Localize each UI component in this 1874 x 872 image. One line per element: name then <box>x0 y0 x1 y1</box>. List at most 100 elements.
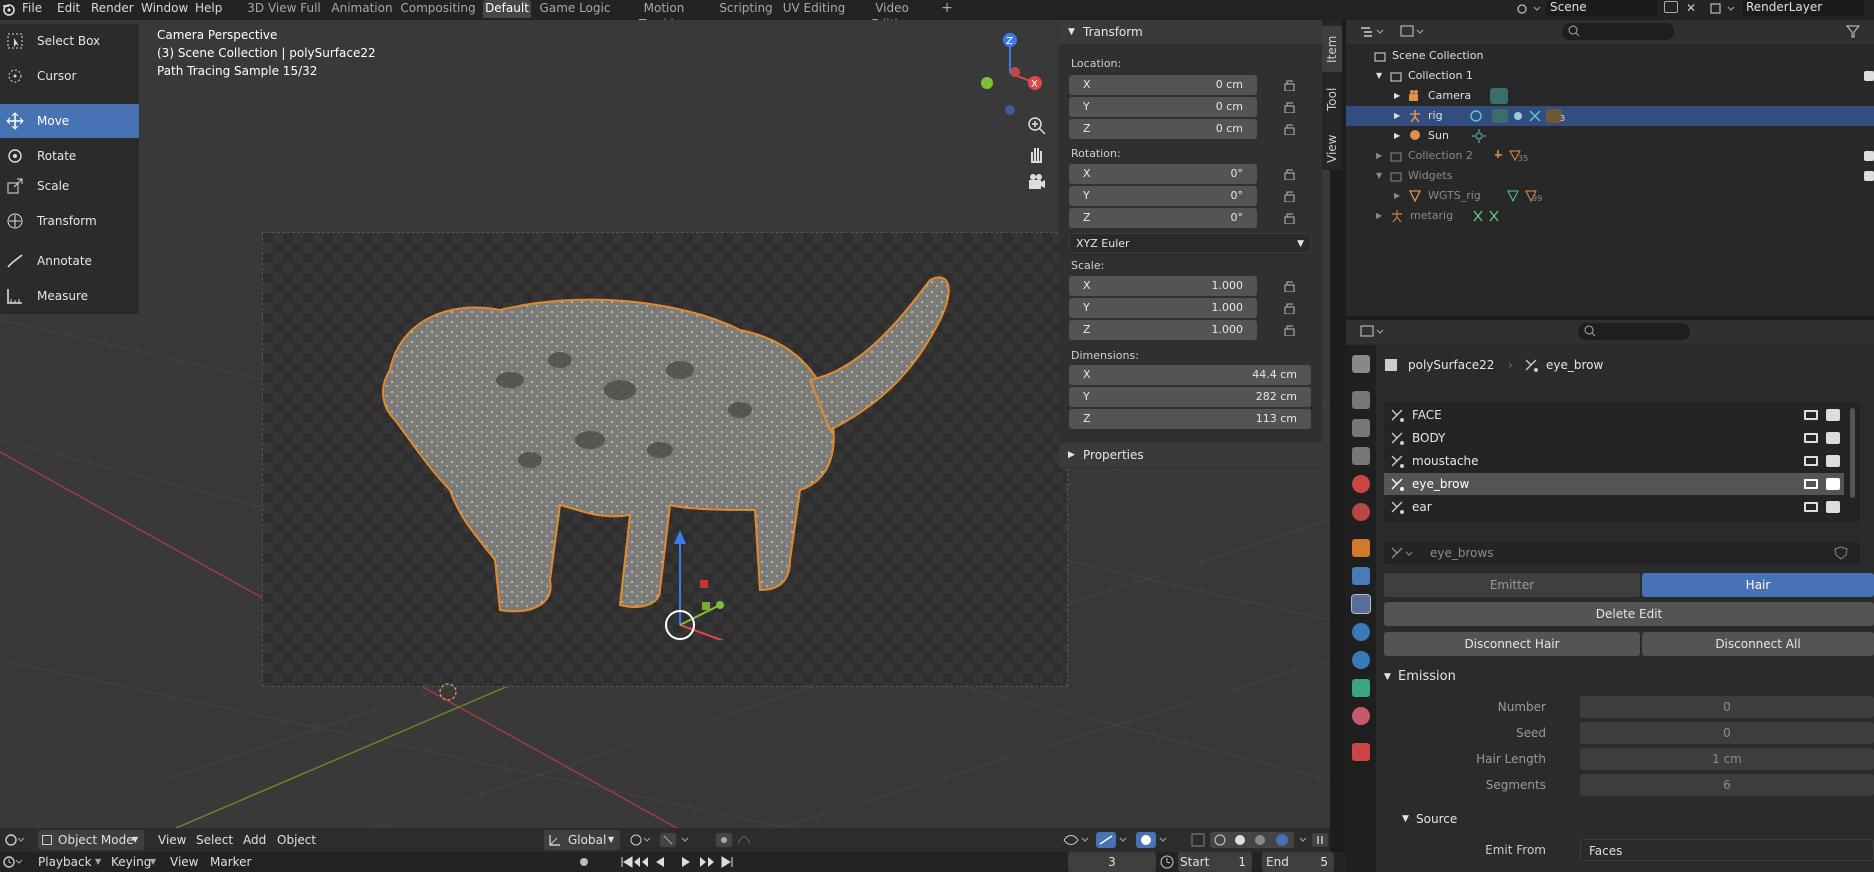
editor-type-icon[interactable] <box>1360 324 1386 340</box>
sun-data-icon[interactable] <box>1472 129 1486 143</box>
scale-y-field[interactable]: Y 1.000 <box>1069 298 1257 318</box>
lock-icon[interactable] <box>1284 280 1296 292</box>
menu-add[interactable]: Add <box>243 830 266 850</box>
tool-rotate[interactable]: Rotate <box>0 139 139 173</box>
monitor-icon[interactable] <box>1804 410 1818 420</box>
lock-icon[interactable] <box>1284 190 1296 202</box>
expand-arrow-icon[interactable]: ▶ <box>1394 126 1400 146</box>
location-z-field[interactable]: Z0 cm <box>1069 119 1257 139</box>
list-item[interactable]: moustache <box>1384 450 1844 472</box>
rig-modifier-icons[interactable] <box>1468 108 1568 124</box>
checkbox-icon[interactable] <box>1864 171 1874 181</box>
new-scene-icon[interactable] <box>1664 1 1678 13</box>
menu-view-timeline[interactable]: View <box>170 852 198 872</box>
menu-render[interactable]: Render <box>91 0 134 20</box>
tool-transform[interactable]: Transform <box>0 204 139 238</box>
monitor-icon[interactable] <box>1804 502 1818 512</box>
lock-icon[interactable] <box>1284 212 1296 224</box>
tool-measure[interactable]: Measure <box>0 279 139 313</box>
tab-tool[interactable]: Tool <box>1322 76 1342 122</box>
properties-panel-header[interactable]: ▶ Properties <box>1059 443 1322 467</box>
emit-from-dropdown[interactable]: Faces <box>1580 839 1874 861</box>
tab-3d-view-full[interactable]: 3D View Full <box>245 0 323 18</box>
display-mode-icon[interactable] <box>1360 24 1386 40</box>
checkbox-icon[interactable] <box>1864 71 1874 81</box>
menu-marker[interactable]: Marker <box>210 852 251 872</box>
add-workspace-button[interactable]: + <box>938 0 956 18</box>
dimensions-x-field[interactable]: X 44.4 cm <box>1069 365 1311 385</box>
rotation-y-field[interactable]: Y 0° <box>1069 186 1257 206</box>
orientation-dropdown[interactable]: Global ▼ <box>544 830 620 850</box>
delete-edit-button[interactable]: Delete Edit <box>1384 602 1874 626</box>
tab-video-editing[interactable]: Video Editing <box>853 0 931 31</box>
lock-icon[interactable] <box>1284 324 1296 336</box>
seed-field[interactable]: 0 <box>1580 722 1874 744</box>
rotation-x-field[interactable]: X 0° <box>1069 164 1257 184</box>
menu-object[interactable]: Object <box>277 830 316 850</box>
start-frame-field[interactable]: Start 1 <box>1178 852 1252 872</box>
dimensions-y-field[interactable]: Y 282 cm <box>1069 387 1311 407</box>
render-camera-icon[interactable] <box>1826 432 1840 444</box>
menu-file[interactable]: File <box>22 0 42 20</box>
emission-panel-header[interactable]: ▼ Emission <box>1384 666 1874 688</box>
expand-arrow-icon[interactable]: ▶ <box>1394 186 1400 206</box>
monitor-icon[interactable] <box>1804 456 1818 466</box>
tab-animation[interactable]: Animation <box>330 0 394 18</box>
physics-icon[interactable] <box>1352 623 1370 641</box>
menu-window[interactable]: Window <box>141 0 188 20</box>
location-x-field[interactable]: X0 cm <box>1069 75 1257 95</box>
zoom-icon[interactable] <box>1027 116 1047 136</box>
type-emitter-button[interactable]: Emitter <box>1384 573 1640 597</box>
current-frame-field[interactable]: 3 <box>1068 852 1156 872</box>
camera-view-icon[interactable] <box>1027 172 1047 192</box>
outliner-search-input[interactable] <box>1562 23 1674 40</box>
menu-keying[interactable]: Keying <box>111 852 151 872</box>
camera-data-icon[interactable] <box>1490 88 1508 104</box>
scene-properties-icon[interactable] <box>1352 475 1370 493</box>
expand-arrow-icon[interactable]: ▶ <box>1376 146 1382 166</box>
list-item[interactable]: BODY <box>1384 427 1844 449</box>
material-icon[interactable] <box>1352 707 1370 725</box>
lock-icon[interactable] <box>1284 101 1296 113</box>
end-frame-field[interactable]: End 5 <box>1262 852 1334 872</box>
list-item-selected[interactable]: eye_brow <box>1384 473 1844 495</box>
list-item[interactable]: FACE <box>1384 404 1844 426</box>
tab-view[interactable]: View <box>1322 126 1342 172</box>
segments-field[interactable]: 6 <box>1580 774 1874 796</box>
tab-default[interactable]: Default <box>483 0 531 18</box>
playback-controls[interactable] <box>578 855 738 869</box>
monitor-icon[interactable] <box>1804 433 1818 443</box>
tab-game-logic[interactable]: Game Logic <box>538 0 612 18</box>
tab-item[interactable]: Item <box>1322 26 1342 72</box>
render-layer-icon[interactable] <box>1710 2 1738 16</box>
tool-scale[interactable]: Scale <box>0 169 139 203</box>
snapping-proportional-controls[interactable] <box>628 832 768 848</box>
tab-compositing[interactable]: Compositing <box>400 0 476 18</box>
move-gizmo[interactable] <box>640 520 760 640</box>
checkbox-icon[interactable] <box>1864 151 1874 161</box>
pan-hand-icon[interactable] <box>1027 144 1047 164</box>
tab-uv-editing[interactable]: UV Editing <box>781 0 847 18</box>
3d-cursor-icon[interactable] <box>438 682 458 702</box>
outliner-row-collection-2[interactable]: ▶ Collection 2 35 <box>1346 146 1874 166</box>
tool-annotate[interactable]: Annotate <box>0 244 139 278</box>
expand-arrow-icon[interactable]: ▶ <box>1394 86 1400 106</box>
type-hair-button[interactable]: Hair <box>1642 573 1874 597</box>
editor-type-icon[interactable] <box>4 832 26 848</box>
outliner-row-sun[interactable]: ▶ Sun <box>1346 126 1874 146</box>
number-field[interactable]: 0 <box>1580 696 1874 718</box>
menu-view[interactable]: View <box>158 830 186 850</box>
navigation-gizmo[interactable]: Z X <box>975 28 1045 118</box>
list-item[interactable]: ear <box>1384 496 1844 518</box>
tool-settings-icon[interactable] <box>1352 355 1370 373</box>
tab-scripting[interactable]: Scripting <box>716 0 776 18</box>
filter-icon[interactable] <box>1846 24 1870 40</box>
outliner-row-wgts-rig[interactable]: ▶ WGTS_rig 99 <box>1346 186 1874 206</box>
rotation-mode-dropdown[interactable]: XYZ Euler ▼ <box>1069 233 1311 253</box>
scene-selector[interactable]: Scene <box>1546 0 1658 16</box>
timeline-editor-icon[interactable] <box>2 854 24 870</box>
outliner-row-rig[interactable]: ▶ rig 3 <box>1346 106 1874 126</box>
viewport-shading-controls[interactable] <box>1062 832 1330 848</box>
rotation-z-field[interactable]: Z 0° <box>1069 208 1257 228</box>
outliner-row-camera[interactable]: ▶ Camera <box>1346 86 1874 106</box>
